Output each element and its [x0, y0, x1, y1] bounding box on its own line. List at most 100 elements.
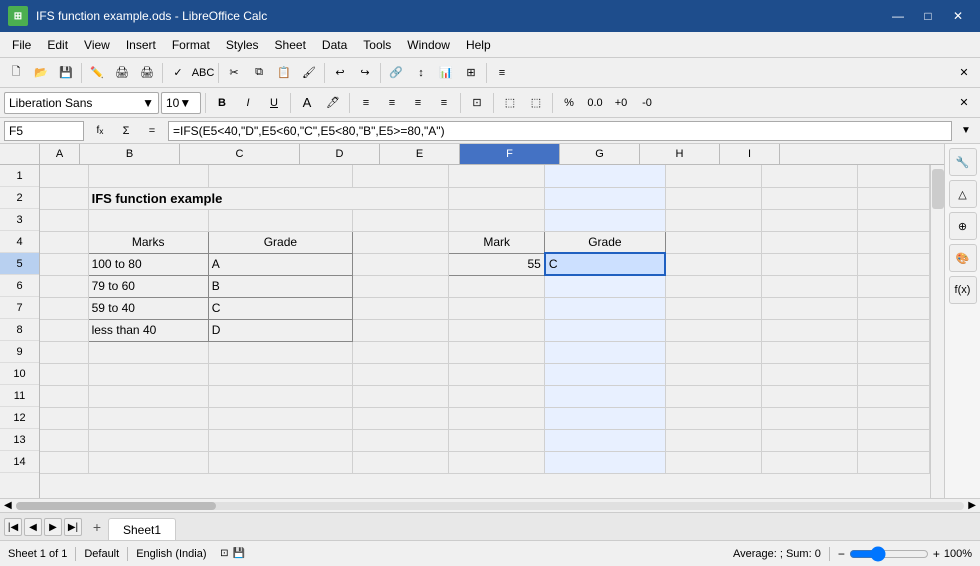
cell-b6[interactable]: 79 to 60 — [88, 275, 208, 297]
cell-i13[interactable] — [857, 429, 929, 451]
cell-e3[interactable] — [449, 209, 545, 231]
cell-c13[interactable] — [208, 429, 352, 451]
cell-h8[interactable] — [761, 319, 857, 341]
cell-c10[interactable] — [208, 363, 352, 385]
cell-g10[interactable] — [665, 363, 761, 385]
cell-f4[interactable]: Grade — [545, 231, 665, 253]
cell-b9[interactable] — [88, 341, 208, 363]
font-name-dropdown[interactable]: Liberation Sans ▼ — [4, 92, 159, 114]
cell-g7[interactable] — [665, 297, 761, 319]
cell-i1[interactable] — [857, 165, 929, 187]
cell-i8[interactable] — [857, 319, 929, 341]
hyperlink-button[interactable]: 🔗 — [384, 61, 408, 85]
menu-file[interactable]: File — [4, 35, 39, 55]
open-button[interactable]: 📂 — [29, 61, 53, 85]
spellcheck-button[interactable]: ✓ — [166, 61, 190, 85]
cell-b2[interactable]: IFS function example — [88, 187, 449, 209]
scrollbar-thumb[interactable] — [932, 169, 944, 209]
cell-a6[interactable] — [40, 275, 88, 297]
cell-d4[interactable] — [353, 231, 449, 253]
redo-button[interactable]: ↪ — [353, 61, 377, 85]
cell-c11[interactable] — [208, 385, 352, 407]
cell-f11[interactable] — [545, 385, 665, 407]
dec-increase-button[interactable]: +0 — [609, 91, 633, 115]
clone-button[interactable]: 🖌 — [297, 61, 321, 85]
navigator-button[interactable]: ⊕ — [949, 212, 977, 240]
cell-e6[interactable] — [449, 275, 545, 297]
cell-h5[interactable] — [761, 253, 857, 275]
cell-e11[interactable] — [449, 385, 545, 407]
border-button[interactable]: ⬚ — [498, 91, 522, 115]
cell-a1[interactable] — [40, 165, 88, 187]
menu-edit[interactable]: Edit — [39, 35, 76, 55]
cell-e2[interactable] — [449, 187, 545, 209]
cell-i10[interactable] — [857, 363, 929, 385]
sheet-tab-1[interactable]: Sheet1 — [108, 518, 176, 540]
row-num-11[interactable]: 11 — [0, 385, 39, 407]
cell-i5[interactable] — [857, 253, 929, 275]
cell-c8[interactable]: D — [208, 319, 352, 341]
row-num-12[interactable]: 12 — [0, 407, 39, 429]
cell-f10[interactable] — [545, 363, 665, 385]
properties-button[interactable]: 🔧 — [949, 148, 977, 176]
cell-h4[interactable] — [761, 231, 857, 253]
menu-view[interactable]: View — [76, 35, 118, 55]
cell-g14[interactable] — [665, 451, 761, 473]
undo-button[interactable]: ↩ — [328, 61, 352, 85]
gallery-button[interactable]: △ — [949, 180, 977, 208]
cell-i4[interactable] — [857, 231, 929, 253]
cell-i12[interactable] — [857, 407, 929, 429]
cell-h14[interactable] — [761, 451, 857, 473]
styles-panel-button[interactable]: 🎨 — [949, 244, 977, 272]
cell-h9[interactable] — [761, 341, 857, 363]
col-header-e[interactable]: E — [380, 144, 460, 164]
cell-c9[interactable] — [208, 341, 352, 363]
cell-d1[interactable] — [353, 165, 449, 187]
menu-insert[interactable]: Insert — [118, 35, 164, 55]
col-header-g[interactable]: G — [560, 144, 640, 164]
cell-c6[interactable]: B — [208, 275, 352, 297]
cell-d14[interactable] — [353, 451, 449, 473]
scroll-right-button[interactable]: ▶ — [968, 500, 976, 511]
cell-b4[interactable]: Marks — [88, 231, 208, 253]
menu-format[interactable]: Format — [164, 35, 218, 55]
cell-a8[interactable] — [40, 319, 88, 341]
sheet-nav-last[interactable]: ▶| — [64, 518, 82, 536]
row-num-13[interactable]: 13 — [0, 429, 39, 451]
cell-c7[interactable]: C — [208, 297, 352, 319]
cell-g2[interactable] — [665, 187, 761, 209]
cell-i9[interactable] — [857, 341, 929, 363]
row-num-3[interactable]: 3 — [0, 209, 39, 231]
cell-d3[interactable] — [353, 209, 449, 231]
cell-i14[interactable] — [857, 451, 929, 473]
equals-icon[interactable]: = — [140, 119, 164, 143]
menu-tools[interactable]: Tools — [355, 35, 399, 55]
merge-button[interactable]: ⊡ — [465, 91, 489, 115]
col-header-b[interactable]: B — [80, 144, 180, 164]
row-num-1[interactable]: 1 — [0, 165, 39, 187]
scroll-left-button[interactable]: ◀ — [4, 500, 12, 511]
cell-d10[interactable] — [353, 363, 449, 385]
function-panel-button[interactable]: f(x) — [949, 276, 977, 304]
cell-b8[interactable]: less than 40 — [88, 319, 208, 341]
cell-e12[interactable] — [449, 407, 545, 429]
formula-input[interactable]: =IFS(E5<40,"D",E5<60,"C",E5<80,"B",E5>=8… — [168, 121, 952, 141]
cell-g3[interactable] — [665, 209, 761, 231]
more-button[interactable]: ≡ — [490, 61, 514, 85]
align-right-button[interactable]: ≡ — [406, 91, 430, 115]
cell-e13[interactable] — [449, 429, 545, 451]
underline-button[interactable]: U — [262, 91, 286, 115]
cell-e7[interactable] — [449, 297, 545, 319]
cell-g4[interactable] — [665, 231, 761, 253]
cell-e1[interactable] — [449, 165, 545, 187]
row-num-4[interactable]: 4 — [0, 231, 39, 253]
highlight-button[interactable]: 🖊 — [321, 91, 345, 115]
add-sheet-button[interactable]: + — [88, 518, 106, 536]
sheet-nav-next[interactable]: ▶ — [44, 518, 62, 536]
save-button[interactable]: 💾 — [54, 61, 78, 85]
cell-f13[interactable] — [545, 429, 665, 451]
italic-button[interactable]: I — [236, 91, 260, 115]
close-button[interactable]: ✕ — [944, 6, 972, 26]
cell-b14[interactable] — [88, 451, 208, 473]
vertical-scrollbar[interactable] — [930, 165, 944, 498]
